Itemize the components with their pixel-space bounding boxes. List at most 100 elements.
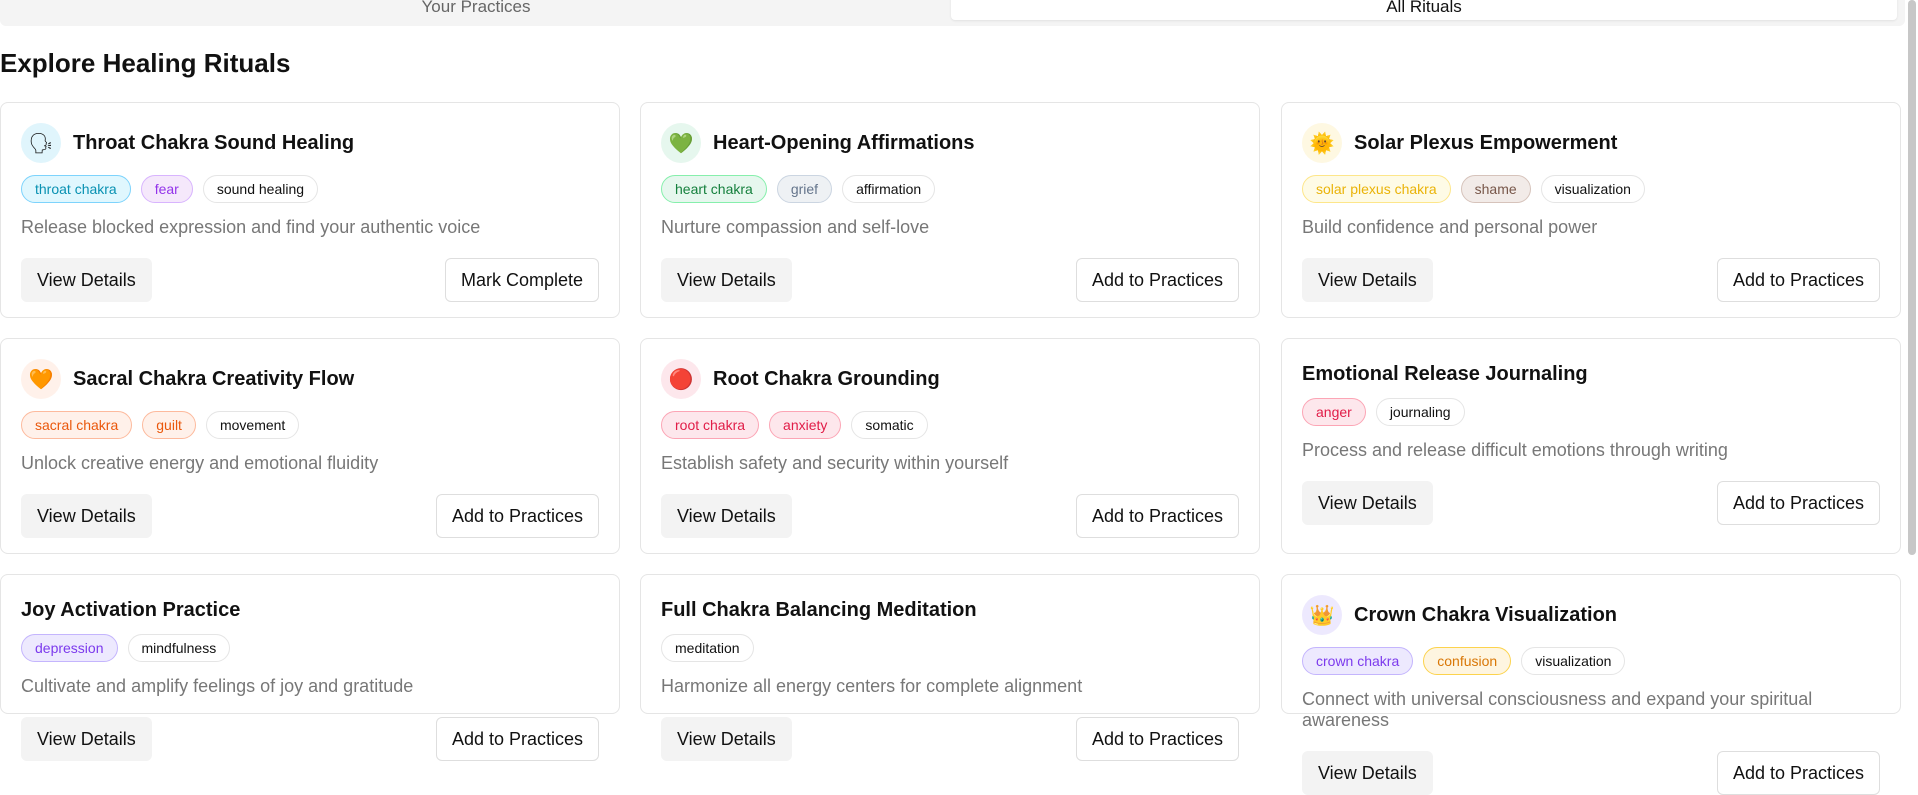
view-details-button[interactable]: View Details	[1302, 258, 1433, 302]
sun-icon: 🌞	[1302, 123, 1342, 163]
tab-bar: Your Practices All Rituals	[0, 0, 1905, 26]
card-title: Emotional Release Journaling	[1302, 363, 1588, 385]
tag-badge: somatic	[851, 411, 928, 439]
card-header: Emotional Release Journaling	[1302, 363, 1880, 386]
tag-badge: affirmation	[842, 175, 936, 203]
tag-list: heart chakra grief affirmation	[661, 175, 1239, 203]
crown-icon: 👑	[1302, 595, 1342, 635]
tag-badge: fear	[140, 175, 193, 203]
card-title: Full Chakra Balancing Meditation	[661, 599, 977, 621]
card-header: Full Chakra Balancing Meditation	[661, 599, 1239, 622]
view-details-button[interactable]: View Details	[21, 258, 152, 302]
card-actions: View Details Add to Practices	[1302, 258, 1880, 302]
card-description: Establish safety and security within you…	[661, 453, 1009, 473]
tag-list: crown chakra confusion visualization	[1302, 647, 1880, 675]
card-description: Unlock creative energy and emotional flu…	[21, 453, 379, 473]
add-to-practices-button[interactable]: Add to Practices	[1716, 481, 1880, 525]
tag-list: anger journaling	[1302, 398, 1880, 426]
add-to-practices-button[interactable]: Add to Practices	[1075, 494, 1239, 538]
tag-badge: throat chakra	[21, 175, 131, 203]
tag-badge: root chakra	[661, 411, 760, 439]
tag-badge: heart chakra	[661, 175, 767, 203]
tag-badge: meditation	[661, 634, 754, 662]
add-to-practices-button[interactable]: Add to Practices	[1075, 258, 1239, 302]
card-title: Sacral Chakra Creativity Flow	[73, 367, 355, 390]
ritual-card: Emotional Release Journaling anger journal…	[1281, 338, 1901, 554]
tag-list: meditation	[661, 634, 1239, 662]
tag-badge: anger	[1302, 398, 1366, 426]
card-description: Build confidence and personal power	[1302, 217, 1598, 237]
view-details-button[interactable]: View Details	[661, 494, 792, 538]
red-circle-icon: 🔴	[661, 359, 701, 399]
view-details-button[interactable]: View Details	[661, 717, 792, 761]
card-description: Connect with universal consciousness and…	[1302, 689, 1813, 730]
card-header: 🔴 Root Chakra Grounding	[661, 359, 1239, 399]
tag-badge: visualization	[1521, 647, 1626, 675]
ritual-card: 💚 Heart-Opening Affirmations heart chakra g…	[640, 102, 1260, 318]
card-title: Throat Chakra Sound Healing	[73, 131, 355, 154]
add-to-practices-button[interactable]: Add to Practices	[1716, 258, 1880, 302]
tag-badge: solar plexus chakra	[1302, 175, 1451, 203]
tag-badge: shame	[1460, 175, 1531, 203]
ritual-card: 👑 Crown Chakra Visualization crown chakra c…	[1281, 574, 1901, 795]
speaking-head-icon: 🗣	[21, 123, 61, 163]
card-title: Crown Chakra Visualization	[1354, 603, 1618, 626]
card-header: 👑 Crown Chakra Visualization	[1302, 595, 1880, 635]
mark-complete-button[interactable]: Mark Complete	[444, 258, 599, 302]
card-actions: View Details Add to Practices	[1302, 481, 1880, 525]
tag-list: throat chakra fear sound healing	[21, 175, 599, 203]
tag-badge: guilt	[142, 411, 196, 439]
view-details-button[interactable]: View Details	[1302, 481, 1433, 525]
tag-badge: movement	[205, 411, 300, 439]
tag-list: sacral chakra guilt movement	[21, 411, 599, 439]
card-title: Joy Activation Practice	[21, 599, 241, 621]
card-description: Release blocked expression and find your…	[21, 217, 481, 237]
view-details-button[interactable]: View Details	[661, 258, 792, 302]
card-header: Joy Activation Practice	[21, 599, 599, 622]
tag-badge: journaling	[1375, 398, 1465, 426]
card-actions: View Details Mark Complete	[21, 258, 599, 302]
view-details-button[interactable]: View Details	[21, 494, 152, 538]
card-title: Root Chakra Grounding	[713, 367, 940, 390]
tag-badge: crown chakra	[1302, 647, 1414, 675]
add-to-practices-button[interactable]: Add to Practices	[1716, 751, 1880, 795]
card-actions: View Details Add to Practices	[1302, 751, 1880, 795]
tag-list: depression mindfulness	[21, 634, 599, 662]
tag-badge: anxiety	[769, 411, 842, 439]
card-description: Process and release difficult emotions t…	[1302, 440, 1728, 460]
view-details-button[interactable]: View Details	[1302, 751, 1433, 795]
add-to-practices-button[interactable]: Add to Practices	[1075, 717, 1239, 761]
scrollbar-thumb[interactable]	[1908, 0, 1916, 555]
tag-badge: grief	[776, 175, 833, 203]
card-header: 🧡 Sacral Chakra Creativity Flow	[21, 359, 599, 399]
card-actions: View Details Add to Practices	[661, 717, 1239, 761]
card-title: Solar Plexus Empowerment	[1354, 131, 1618, 154]
card-description: Harmonize all energy centers for complet…	[661, 676, 1083, 696]
ritual-card: 🔴 Root Chakra Grounding root chakra anxiety…	[640, 338, 1260, 554]
ritual-card: Full Chakra Balancing Meditation meditati…	[640, 574, 1260, 761]
ritual-card: 🌞 Solar Plexus Empowerment solar plexus ch…	[1281, 102, 1901, 318]
card-actions: View Details Add to Practices	[661, 258, 1239, 302]
tag-badge: mindfulness	[127, 634, 231, 662]
card-actions: View Details Add to Practices	[21, 717, 599, 761]
tab-all-rituals[interactable]: All Rituals	[951, 0, 1897, 20]
card-header: 💚 Heart-Opening Affirmations	[661, 123, 1239, 163]
tag-badge: sacral chakra	[21, 411, 133, 439]
view-details-button[interactable]: View Details	[21, 717, 152, 761]
page-title: Explore Healing Rituals	[0, 48, 291, 78]
card-description: Nurture compassion and self-love	[661, 217, 930, 237]
tag-list: root chakra anxiety somatic	[661, 411, 1239, 439]
add-to-practices-button[interactable]: Add to Practices	[435, 717, 599, 761]
tab-your-practices[interactable]: Your Practices	[0, 0, 952, 20]
tag-list: solar plexus chakra shame visualization	[1302, 175, 1880, 203]
tag-badge: depression	[21, 634, 118, 662]
card-title: Heart-Opening Affirmations	[713, 131, 975, 154]
add-to-practices-button[interactable]: Add to Practices	[435, 494, 599, 538]
tag-badge: visualization	[1540, 175, 1645, 203]
card-header: 🌞 Solar Plexus Empowerment	[1302, 123, 1880, 163]
green-heart-icon: 💚	[661, 123, 701, 163]
ritual-card: 🧡 Sacral Chakra Creativity Flow sacral cha…	[0, 338, 620, 554]
tag-badge: confusion	[1423, 647, 1512, 675]
card-actions: View Details Add to Practices	[661, 494, 1239, 538]
orange-heart-icon: 🧡	[21, 359, 61, 399]
